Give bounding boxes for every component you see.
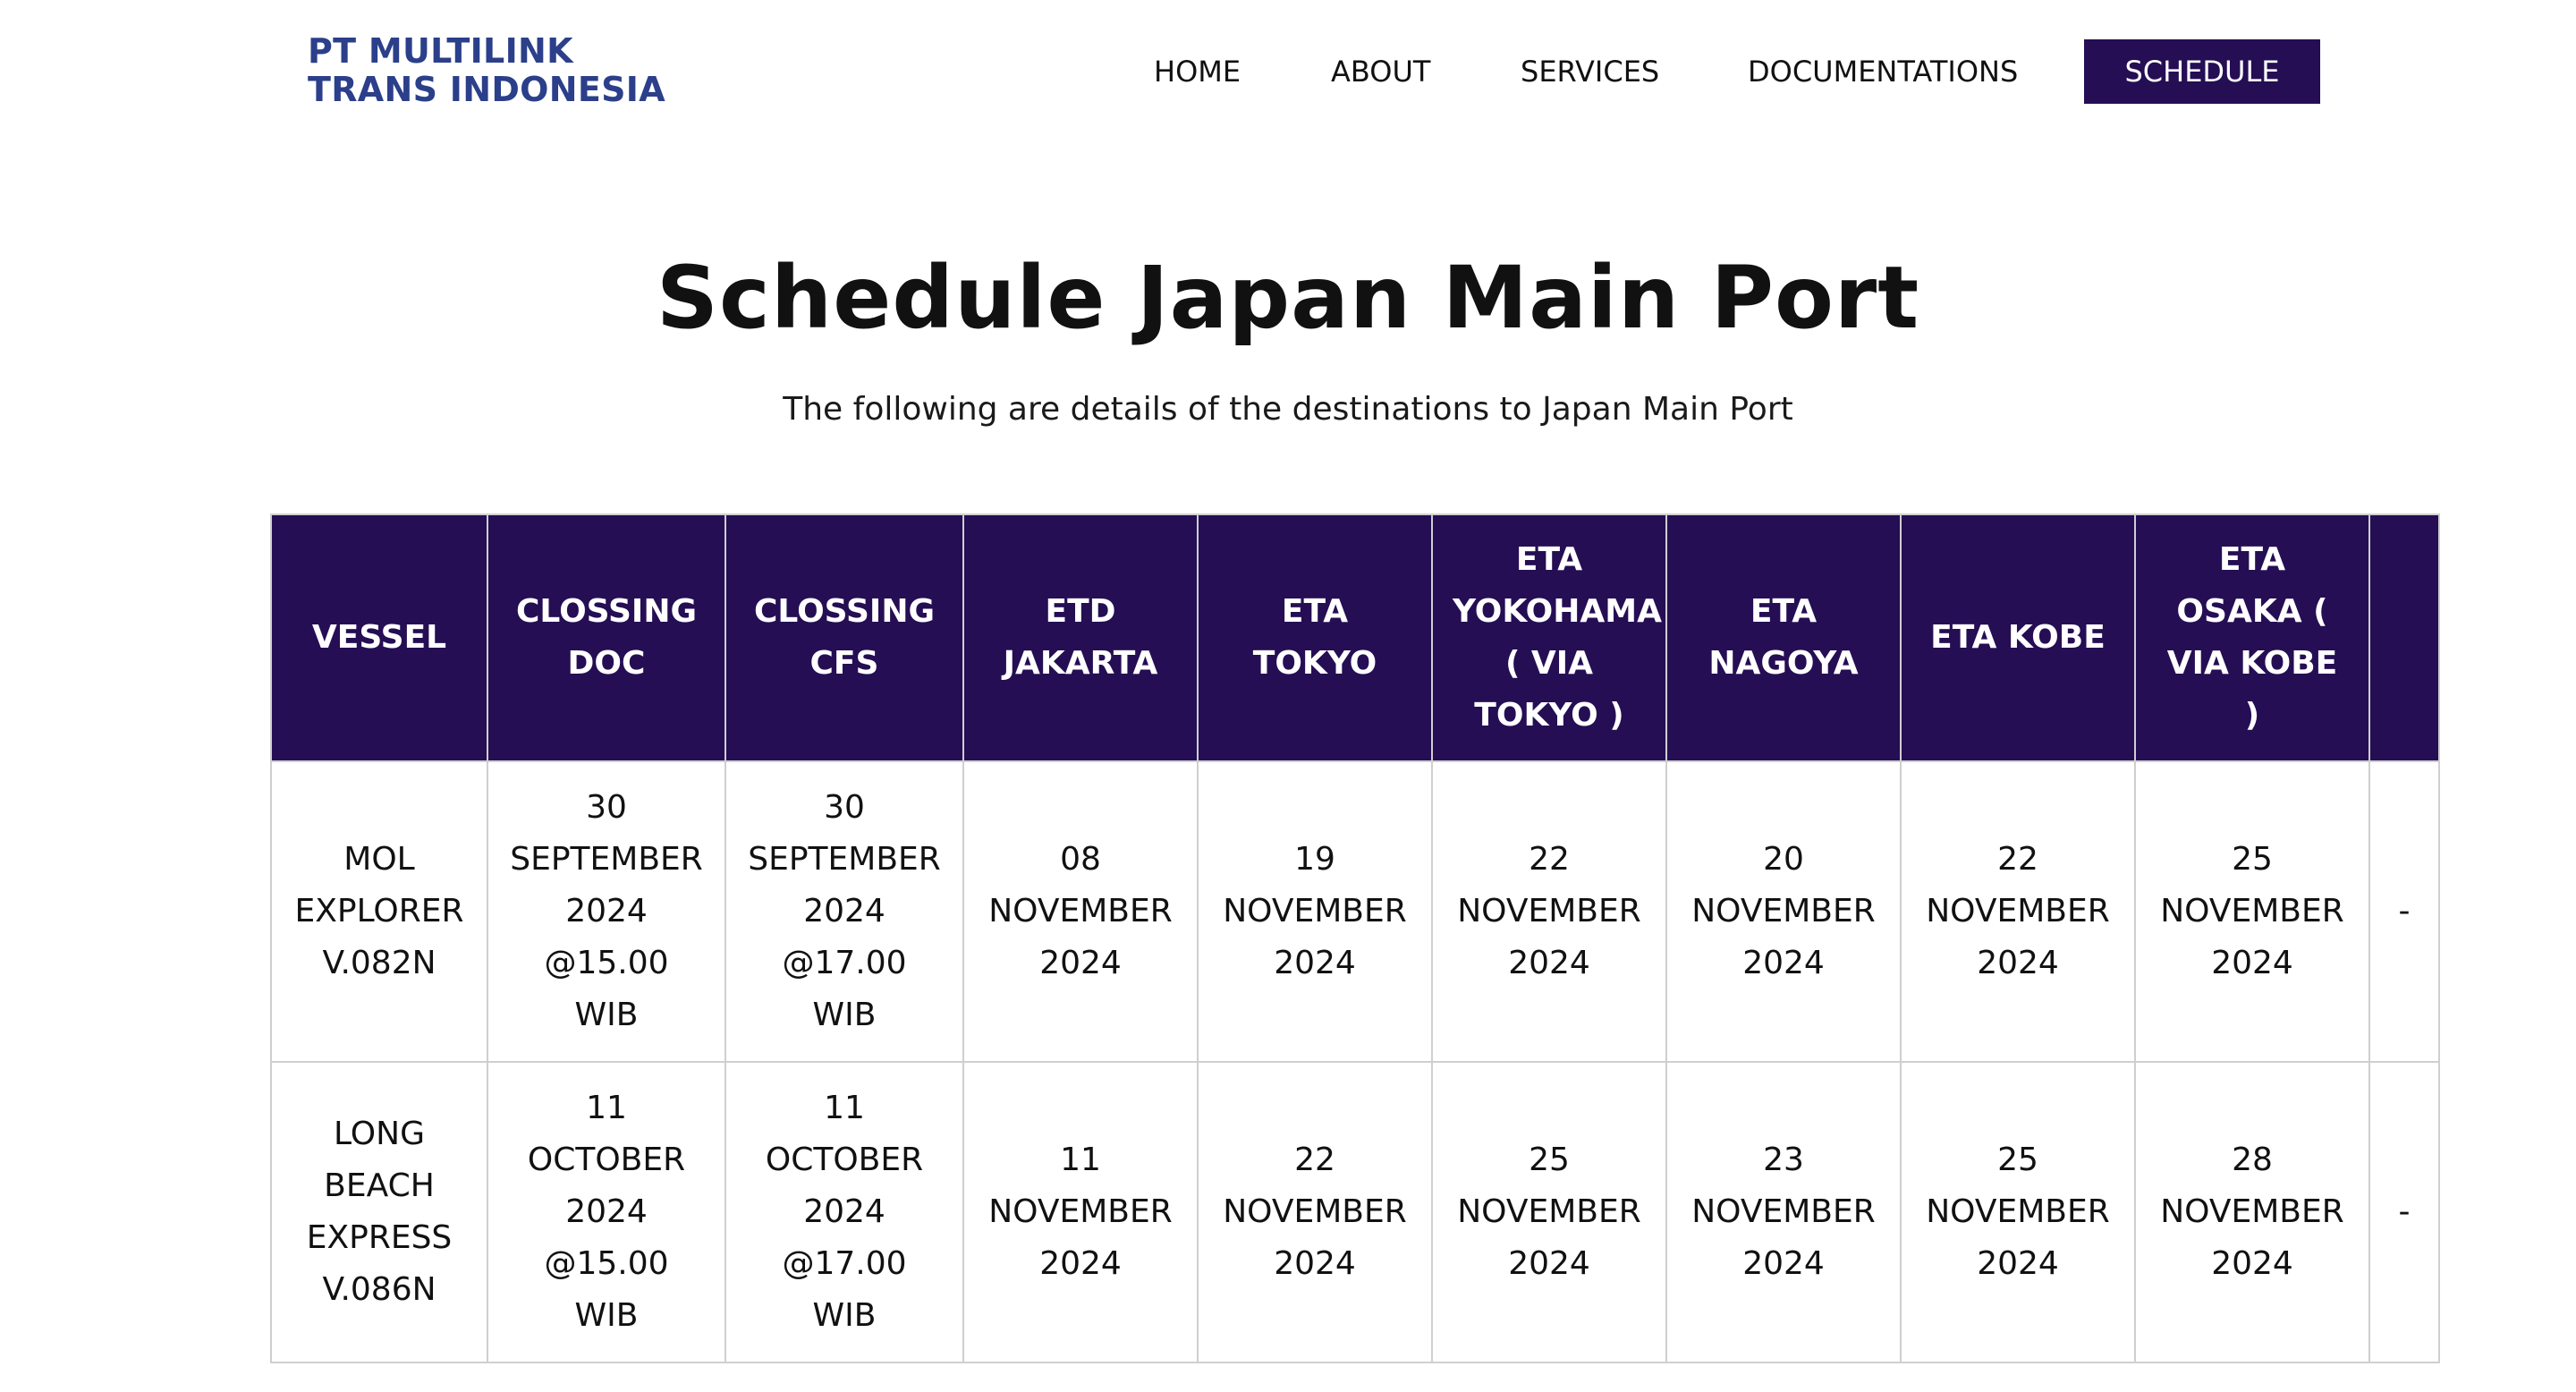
table-cell-closing-doc: 11 OCTOBER 2024 @15.00 WIB (487, 1061, 726, 1363)
nav-about[interactable]: ABOUT (1331, 39, 1430, 104)
schedule-table: VESSEL CLOSSING DOC CLOSSING CFS ETD JAK… (270, 514, 2440, 1363)
column-header-eta-nagoya: ETA NAGOYA (1665, 514, 1902, 762)
nav-documentations[interactable]: DOCUMENTATIONS (1748, 39, 2018, 104)
table-cell-eta-tokyo: 19 NOVEMBER 2024 (1197, 760, 1433, 1063)
column-header-closing-cfs: CLOSSING CFS (724, 514, 964, 762)
table-cell-extra: - (2368, 1061, 2440, 1363)
table-cell-closing-cfs: 11 OCTOBER 2024 @17.00 WIB (724, 1061, 964, 1363)
site-header: PT MULTILINK TRANS INDONESIA HOME ABOUT … (0, 0, 2576, 143)
table-cell-eta-tokyo: 22 NOVEMBER 2024 (1197, 1061, 1433, 1363)
table-cell-etd-jakarta: 11 NOVEMBER 2024 (962, 1061, 1199, 1363)
nav-home[interactable]: HOME (1154, 39, 1241, 104)
table-cell-eta-kobe: 22 NOVEMBER 2024 (1900, 760, 2136, 1063)
table-cell-vessel: LONG BEACH EXPRESS V.086N (270, 1061, 488, 1363)
table-row: LONG BEACH EXPRESS V.086N 11 OCTOBER 202… (270, 1061, 2440, 1363)
column-header-eta-tokyo: ETA TOKYO (1197, 514, 1433, 762)
table-cell-closing-cfs: 30 SEPTEMBER 2024 @17.00 WIB (724, 760, 964, 1063)
column-header-extra (2368, 514, 2440, 762)
main-nav: HOME ABOUT SERVICES DOCUMENTATIONS SCHED… (1127, 39, 2326, 104)
table-cell-eta-yokohama: 22 NOVEMBER 2024 (1431, 760, 1667, 1063)
column-header-vessel: VESSEL (270, 514, 488, 762)
column-header-etd-jakarta: ETD JAKARTA (962, 514, 1199, 762)
column-header-eta-osaka: ETA OSAKA ( VIA KOBE ) (2134, 514, 2370, 762)
column-header-eta-kobe: ETA KOBE (1900, 514, 2136, 762)
column-header-eta-yokohama: ETA YOKOHAMA ( VIA TOKYO ) (1431, 514, 1667, 762)
table-cell-closing-doc: 30 SEPTEMBER 2024 @15.00 WIB (487, 760, 726, 1063)
brand-logo[interactable]: PT MULTILINK TRANS INDONESIA (308, 32, 665, 109)
table-cell-etd-jakarta: 08 NOVEMBER 2024 (962, 760, 1199, 1063)
column-header-closing-doc: CLOSSING DOC (487, 514, 726, 762)
table-cell-eta-yokohama: 25 NOVEMBER 2024 (1431, 1061, 1667, 1363)
table-cell-eta-nagoya: 23 NOVEMBER 2024 (1665, 1061, 1902, 1363)
page-subtitle: The following are details of the destina… (783, 391, 1793, 428)
nav-services[interactable]: SERVICES (1521, 39, 1659, 104)
table-cell-eta-kobe: 25 NOVEMBER 2024 (1900, 1061, 2136, 1363)
table-cell-eta-nagoya: 20 NOVEMBER 2024 (1665, 760, 1902, 1063)
schedule-table-container: VESSEL CLOSSING DOC CLOSSING CFS ETD JAK… (270, 514, 2440, 1363)
page-title: Schedule Japan Main Port (656, 248, 1920, 348)
nav-schedule[interactable]: SCHEDULE (2084, 39, 2320, 104)
table-row: MOL EXPLORER V.082N 30 SEPTEMBER 2024 @1… (270, 760, 2440, 1063)
table-cell-vessel: MOL EXPLORER V.082N (270, 760, 488, 1063)
table-cell-eta-osaka: 28 NOVEMBER 2024 (2134, 1061, 2370, 1363)
table-cell-extra: - (2368, 760, 2440, 1063)
table-cell-eta-osaka: 25 NOVEMBER 2024 (2134, 760, 2370, 1063)
table-header-row: VESSEL CLOSSING DOC CLOSSING CFS ETD JAK… (270, 514, 2440, 762)
brand-line-1: PT MULTILINK (308, 31, 573, 71)
brand-line-2: TRANS INDONESIA (308, 70, 665, 109)
